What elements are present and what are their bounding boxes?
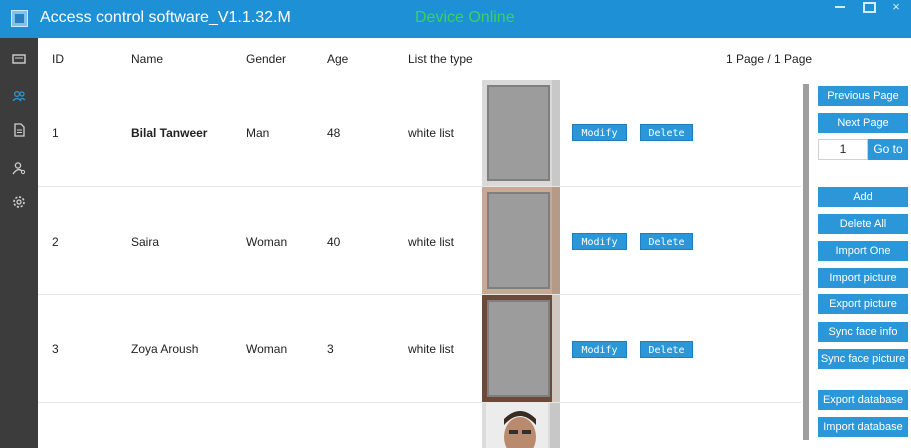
cell-gender: Man [246, 126, 270, 140]
cell-list-type: white list [408, 342, 455, 356]
go-to-button[interactable]: Go to [868, 139, 908, 160]
minimize-icon[interactable] [833, 0, 849, 14]
page-number-input[interactable]: 1 [818, 139, 868, 160]
close-icon[interactable]: × [888, 0, 904, 15]
column-header-gender: Gender [246, 52, 287, 66]
sync-face-info-button[interactable]: Sync face info [818, 322, 908, 342]
column-header-list-type: List the type [408, 52, 473, 66]
cell-age: 40 [327, 235, 341, 249]
settings-gear-icon[interactable] [0, 189, 38, 215]
face-photo[interactable] [482, 80, 560, 186]
delete-button[interactable]: Delete [640, 124, 693, 141]
vertical-scrollbar[interactable] [801, 80, 810, 448]
face-photo[interactable] [482, 403, 560, 448]
maximize-icon[interactable] [860, 0, 876, 14]
cell-name: Zoya Aroush [131, 342, 199, 356]
sync-face-picture-button[interactable]: Sync face picture [818, 349, 908, 369]
cell-age: 48 [327, 126, 341, 140]
cell-list-type: white list [408, 126, 455, 140]
delete-all-button[interactable]: Delete All [818, 214, 908, 234]
personnel-icon[interactable] [0, 83, 38, 109]
face-image-icon [482, 403, 560, 448]
cell-id: 2 [52, 235, 59, 249]
scrollbar-thumb[interactable] [803, 84, 809, 440]
table-row[interactable] [38, 403, 801, 448]
modify-button[interactable]: Modify [572, 233, 627, 250]
document-icon[interactable] [0, 117, 38, 143]
cell-name: Saira [131, 235, 160, 249]
face-photo[interactable] [482, 187, 560, 294]
delete-button[interactable]: Delete [640, 233, 693, 250]
previous-page-button[interactable]: Previous Page [818, 86, 908, 106]
column-header-id: ID [52, 52, 64, 66]
delete-button[interactable]: Delete [640, 341, 693, 358]
column-header-name: Name [131, 52, 164, 66]
export-picture-button[interactable]: Export picture [818, 294, 908, 314]
add-button[interactable]: Add [818, 187, 908, 207]
title-bar: Access control software_V1.1.32.M Device… [0, 0, 911, 38]
cell-list-type: white list [408, 235, 455, 249]
export-database-button[interactable]: Export database [818, 390, 908, 410]
modify-button[interactable]: Modify [572, 341, 627, 358]
device-status: Device Online [415, 9, 515, 26]
app-logo-icon [11, 10, 28, 27]
device-icon[interactable] [0, 46, 38, 72]
face-photo[interactable] [482, 295, 560, 402]
user-settings-icon[interactable] [0, 155, 38, 181]
cell-id: 3 [52, 342, 59, 356]
import-picture-button[interactable]: Import picture [818, 268, 908, 288]
next-page-button[interactable]: Next Page [818, 113, 908, 133]
cell-name: Bilal Tanweer [131, 126, 208, 140]
page-info: 1 Page / 1 Page [726, 52, 813, 66]
cell-age: 3 [327, 342, 334, 356]
app-title: Access control software_V1.1.32.M [40, 9, 291, 26]
cell-gender: Woman [246, 342, 288, 356]
table-header: ID Name Gender Age List the type [38, 38, 808, 80]
modify-button[interactable]: Modify [572, 124, 627, 141]
cell-id: 1 [52, 126, 59, 140]
import-one-button[interactable]: Import One [818, 241, 908, 261]
cell-gender: Woman [246, 235, 288, 249]
sidebar [0, 38, 38, 448]
import-database-button[interactable]: Import database [818, 417, 908, 437]
column-header-age: Age [327, 52, 349, 66]
